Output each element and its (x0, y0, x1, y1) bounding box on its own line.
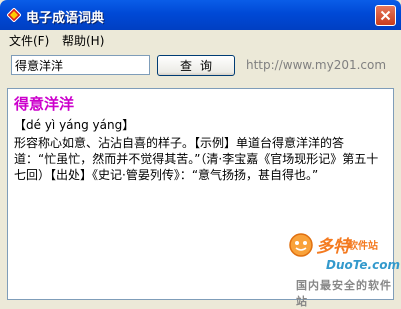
close-button[interactable] (375, 5, 396, 26)
lookup-button[interactable]: 查询 (157, 55, 235, 76)
title-bar[interactable]: 电子成语词典 (0, 0, 401, 30)
duote-watermark: 多特 软件站 DuoTe.com 国内最安全的软件站 (282, 228, 400, 308)
watermark-slogan: 国内最安全的软件站 (296, 279, 392, 308)
window-title: 电子成语词典 (26, 11, 105, 26)
close-icon (380, 10, 391, 21)
idiom-pinyin: 【dé yì yáng yáng】 (14, 118, 135, 132)
menu-bar: 文件(F) 帮助(H) (0, 30, 401, 49)
website-url: http://www.my201.com (246, 58, 387, 72)
diamond-app-icon (6, 7, 22, 23)
mascot-icon (289, 233, 313, 257)
search-input[interactable] (11, 55, 150, 75)
idiom-definition: 形容称心如意、沾沾自喜的样子。【示例】单道台得意洋洋的答道：“忙虽忙，然而并不觉… (14, 136, 379, 182)
idiom-headword: 得意洋洋 (14, 95, 75, 113)
watermark-brand-sub: 软件站 (348, 241, 378, 252)
watermark-url: DuoTe.com (326, 258, 400, 272)
watermark-brand: 多特 (316, 237, 350, 257)
menu-item-help[interactable]: 帮助(H) (62, 32, 104, 49)
menu-item-file[interactable]: 文件(F) (9, 32, 49, 49)
